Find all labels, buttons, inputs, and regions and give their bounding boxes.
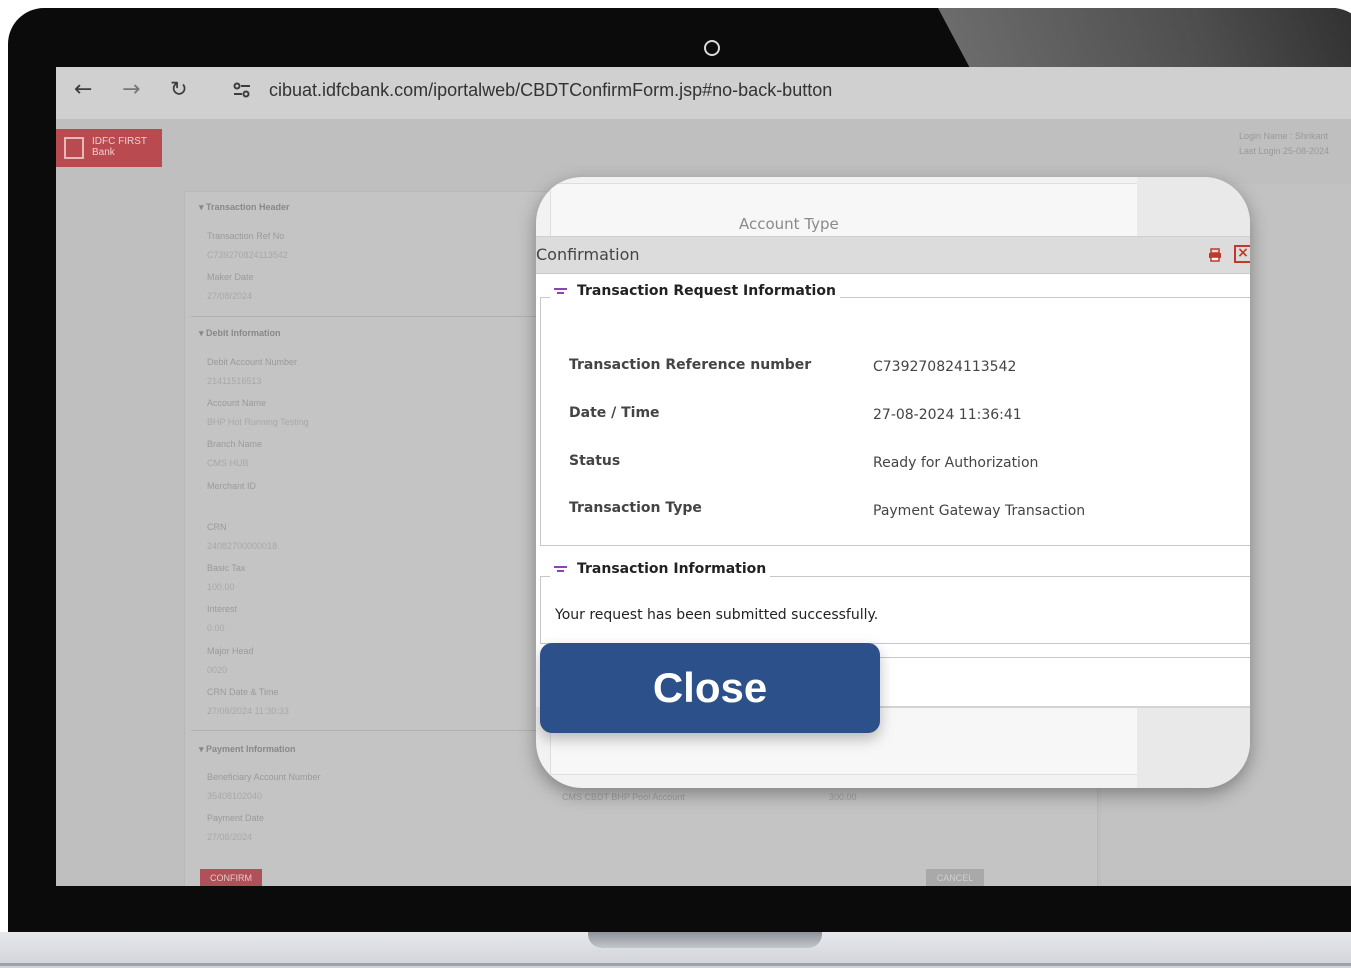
field-label: Major Head: [207, 646, 254, 656]
field-value: 100.00: [207, 582, 235, 592]
arrow-left-icon[interactable]: ←: [74, 77, 92, 102]
field-value: BHP Hot Running Testing: [207, 417, 309, 427]
row-label-reference: Transaction Reference number: [569, 357, 812, 373]
cancel-button[interactable]: CANCEL: [926, 869, 984, 886]
field-value: 27/08/2024 11:30:33: [207, 706, 289, 716]
printer-icon[interactable]: [1208, 248, 1222, 262]
login-name: Login Name : Shrikant: [1239, 131, 1329, 141]
field-value: 27/08/2024: [207, 291, 253, 301]
address-bar[interactable]: cibuat.idfcbank.com/iportalweb/CBDTConfi…: [269, 80, 832, 101]
confirmation-dialog: Confirmation × Transaction Request Infor…: [536, 236, 1250, 708]
account-type-label: Account Type: [739, 215, 839, 233]
field-value: 21411516513: [207, 376, 262, 386]
payment-amount: 300.00: [829, 792, 857, 802]
field-label: Merchant ID: [207, 481, 257, 491]
field-value: CMS HUB: [207, 458, 249, 468]
logo-text-line1: IDFC FIRST: [92, 136, 147, 147]
field-value: 0.00: [207, 623, 225, 633]
collapse-icon[interactable]: [554, 288, 567, 296]
dialog-title: Confirmation: [536, 245, 640, 264]
field-label: Maker Date: [207, 272, 254, 282]
browser-toolbar: ← → ↻ cibuat.idfcbank.com/iportalweb/CBD…: [56, 67, 1351, 119]
row-value-datetime: 27-08-2024 11:36:41: [873, 407, 1022, 423]
success-message: Your request has been submitted successf…: [555, 607, 879, 623]
zoomed-confirmation-callout: Account Type Confirmation × Transaction …: [536, 177, 1250, 788]
payment-account-name: CMS CBDT BHP Pool Account: [562, 792, 685, 802]
field-label: Account Name: [207, 398, 267, 408]
section-payment-information: ▾ Payment Information: [199, 744, 296, 754]
field-value: 24082700000018: [207, 541, 278, 551]
close-button[interactable]: Close: [540, 643, 880, 733]
field-label: Debit Account Number: [207, 357, 298, 367]
row-value-reference: C739270824113542: [873, 359, 1017, 375]
reload-icon[interactable]: ↻: [170, 77, 188, 101]
field-value: 0020: [207, 665, 228, 675]
row-label-status: Status: [569, 453, 621, 469]
dialog-title-bar: Confirmation ×: [536, 237, 1250, 274]
section-debit-information: ▾ Debit Information: [199, 328, 281, 338]
field-value: 35408102040: [207, 791, 263, 801]
section-title-request-info: Transaction Request Information: [550, 283, 840, 299]
field-label: Payment Date: [207, 813, 265, 823]
field-value: 27/08/2024: [207, 832, 253, 842]
field-label: Beneficiary Account Number: [207, 772, 321, 782]
row-label-datetime: Date / Time: [569, 405, 660, 421]
webcam-icon: [704, 40, 720, 56]
field-label: Basic Tax: [207, 563, 246, 573]
laptop-base-edge: [0, 963, 1351, 966]
row-value-status: Ready for Authorization: [873, 455, 1039, 471]
field-label: Branch Name: [207, 439, 263, 449]
row-value-type: Payment Gateway Transaction: [873, 503, 1086, 519]
field-label: Interest: [207, 604, 238, 614]
laptop-hinge-notch: [588, 932, 822, 948]
tune-icon[interactable]: [232, 82, 252, 98]
arrow-right-icon[interactable]: →: [122, 77, 140, 102]
close-icon[interactable]: ×: [1234, 245, 1250, 263]
field-label: Transaction Ref No: [207, 231, 285, 241]
field-value: C739270824113542: [207, 250, 288, 260]
logo-mark-icon: [64, 137, 84, 159]
field-label: CRN Date & Time: [207, 687, 279, 697]
row-label-type: Transaction Type: [569, 500, 702, 516]
confirm-button[interactable]: CONFIRM: [200, 869, 262, 886]
section-transaction-header: ▾ Transaction Header: [199, 202, 290, 212]
bank-logo: IDFC FIRST Bank: [56, 129, 162, 167]
last-login: Last Login 25-08-2024: [1239, 146, 1330, 156]
logo-text-line2: Bank: [92, 147, 115, 158]
section-title-transaction-info: Transaction Information: [550, 561, 771, 577]
login-info: Login Name : Shrikant Last Login 25-08-2…: [1239, 129, 1329, 159]
field-label: CRN: [207, 522, 227, 532]
collapse-icon[interactable]: [554, 566, 567, 574]
